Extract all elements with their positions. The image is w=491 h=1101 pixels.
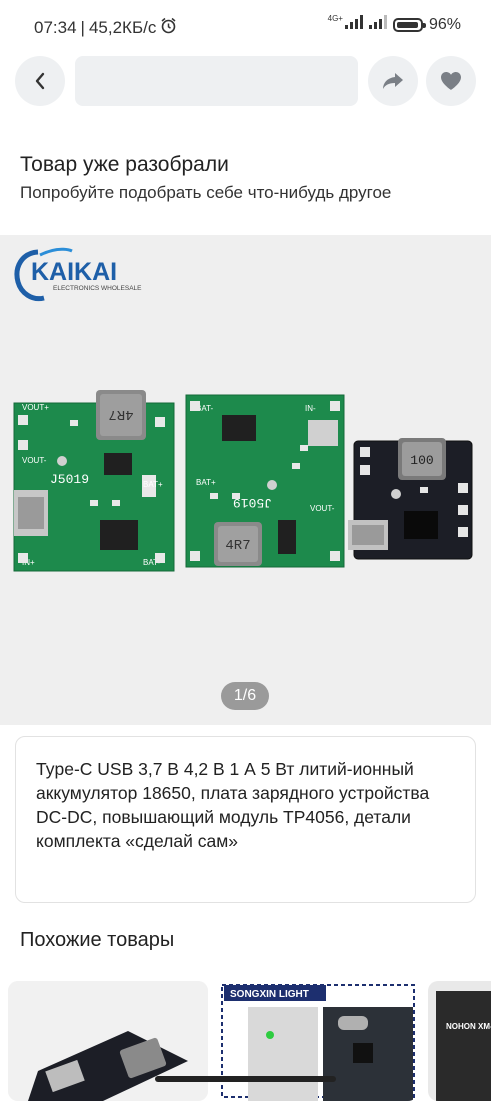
brand-subtitle: ELECTRONICS WHOLESALE	[53, 285, 142, 292]
home-indicator[interactable]	[155, 1076, 336, 1082]
similar-product-card-2[interactable]: SONGXIN LIGHT	[218, 981, 418, 1101]
battery-percent: 96%	[428, 15, 461, 33]
similar-product-brand-3: NOHON XM-9	[446, 1022, 491, 1031]
product-image: KAIKAI ELECTRONICS WHOLESALE 4R7 J5019 V…	[13, 247, 473, 572]
status-left: 07:34 | 45,2КБ/с	[34, 17, 177, 39]
product-image-gallery[interactable]: KAIKAI ELECTRONICS WHOLESALE 4R7 J5019 V…	[0, 235, 491, 725]
status-right: 4G+ 96%	[327, 13, 461, 34]
sold-out-title: Товар уже разобрали	[20, 153, 229, 176]
favorite-button[interactable]	[426, 56, 476, 106]
share-arrow-icon	[383, 73, 403, 89]
product-description-card: Type-C USB 3,7 В 4,2 В 1 А 5 Вт литий-ио…	[15, 736, 476, 903]
sold-out-subtitle: Попробуйте подобрать себе что-нибудь дру…	[20, 183, 392, 202]
status-separator: |	[80, 18, 85, 37]
similar-product-card-3[interactable]: NOHON XM-9	[428, 981, 491, 1101]
svg-text:4R7: 4R7	[225, 538, 250, 554]
svg-text:VOUT+: VOUT+	[22, 403, 49, 412]
svg-text:J5019: J5019	[50, 472, 89, 487]
heart-icon	[441, 72, 461, 90]
kaikai-logo: KAIKAI ELECTRONICS WHOLESALE	[14, 247, 142, 302]
brand-name: KAIKAI	[31, 258, 117, 286]
pcb-board-2: 4R7 J5019 BAT- BAT+ IN- VOUT-	[185, 394, 345, 568]
svg-text:IN-: IN-	[305, 404, 316, 413]
pcb-board-3: 100	[348, 438, 473, 560]
similar-products-title: Похожие товары	[20, 929, 175, 951]
similar-product-image-1	[8, 981, 208, 1101]
signal-icon-1	[344, 15, 363, 34]
pcb-board-1: 4R7 J5019 VOUT+ VOUT- IN+ BAT+ BAT-	[13, 390, 175, 572]
similar-product-card-1[interactable]	[8, 981, 208, 1101]
svg-text:BAT+: BAT+	[196, 478, 216, 487]
status-bar: 07:34 | 45,2КБ/с 4G+ 96%	[0, 0, 491, 52]
svg-text:VOUT-: VOUT-	[22, 456, 47, 465]
similar-product-brand-2: SONGXIN LIGHT	[230, 989, 309, 1000]
similar-product-image-3: NOHON XM-9	[436, 991, 491, 1101]
svg-text:VOUT-: VOUT-	[310, 504, 335, 513]
status-speed: 45,2КБ/с	[88, 18, 157, 37]
svg-text:100: 100	[410, 453, 433, 468]
network-type: 4G+	[327, 13, 343, 23]
status-time: 07:34	[34, 18, 77, 37]
alarm-icon	[160, 17, 177, 39]
back-button[interactable]	[15, 56, 65, 106]
search-input[interactable]	[75, 56, 358, 106]
product-description: Type-C USB 3,7 В 4,2 В 1 А 5 Вт литий-ио…	[36, 759, 430, 851]
chevron-left-icon	[35, 72, 45, 90]
svg-text:BAT+: BAT+	[143, 480, 163, 489]
similar-product-image-2: SONGXIN LIGHT	[221, 984, 415, 1101]
signal-icon-2	[368, 15, 387, 34]
battery-icon	[392, 17, 426, 32]
svg-text:4R7: 4R7	[108, 406, 133, 422]
share-button[interactable]	[368, 56, 418, 106]
image-counter: 1/6	[221, 682, 269, 710]
